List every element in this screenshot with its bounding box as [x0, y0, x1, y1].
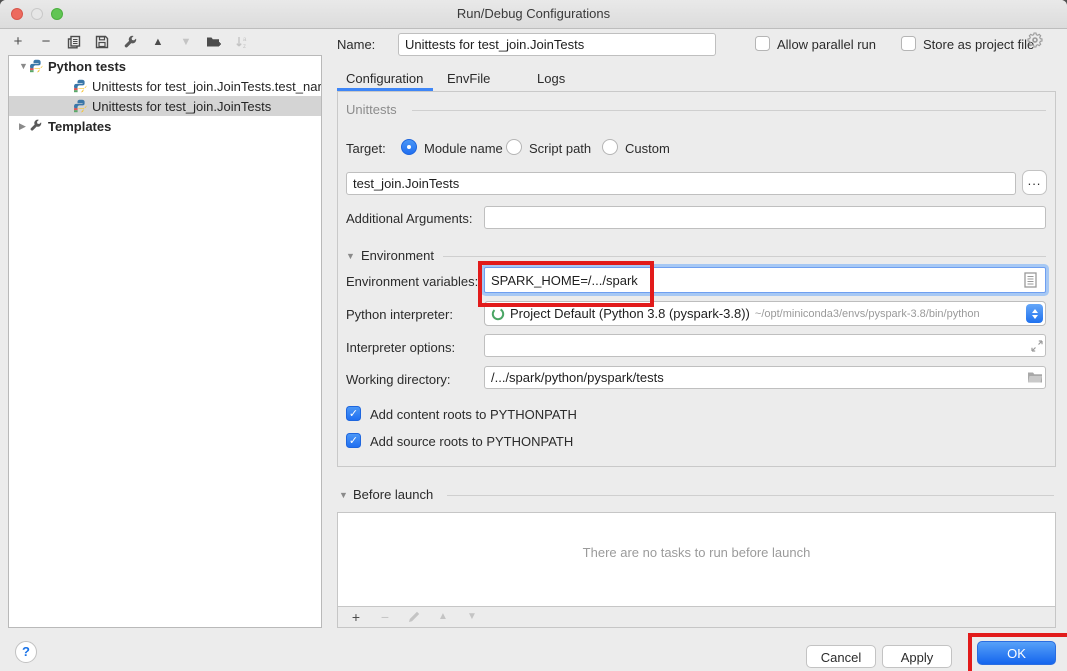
add-task-icon[interactable]: + — [348, 609, 364, 625]
sort-configurations-icon[interactable]: az — [234, 34, 250, 50]
add-content-roots-label: Add content roots to PYTHONPATH — [370, 407, 577, 422]
module-name-input[interactable] — [346, 172, 1016, 195]
interpreter-options-input[interactable] — [484, 334, 1046, 357]
radio-script-path-label: Script path — [529, 141, 591, 156]
add-configuration-icon[interactable]: + — [10, 34, 26, 50]
store-as-project-file-label: Store as project file — [923, 37, 1034, 52]
remove-configuration-icon[interactable]: − — [38, 34, 54, 50]
radio-module-name-label: Module name — [424, 141, 503, 156]
configurations-toolbar: + − ▲ ▼ az — [10, 31, 250, 53]
before-launch-toolbar: + − ▲ ▼ — [338, 606, 1055, 627]
python-tests-icon — [29, 59, 43, 73]
python-interpreter-select[interactable]: Project Default (Python 3.8 (pyspark-3.8… — [484, 301, 1046, 326]
python-test-icon — [73, 79, 87, 93]
radio-script-path[interactable] — [506, 139, 522, 155]
expand-caret-icon[interactable]: ▶ — [19, 121, 29, 132]
name-label: Name: — [337, 37, 375, 52]
before-launch-tasks-panel: There are no tasks to run before launch … — [337, 512, 1056, 628]
tree-item-templates[interactable]: ▶ Templates — [9, 116, 321, 136]
interpreter-value: Project Default (Python 3.8 (pyspark-3.8… — [510, 306, 750, 321]
tree-item-python-tests[interactable]: ▼ Python tests — [9, 56, 321, 76]
svg-text:z: z — [243, 44, 246, 49]
allow-parallel-run-label: Allow parallel run — [777, 37, 876, 52]
copy-configuration-icon[interactable] — [66, 34, 82, 50]
tab-logs[interactable]: Logs — [537, 71, 565, 86]
before-launch-collapse-caret-icon[interactable]: ▼ — [339, 490, 348, 500]
tree-item-label: Unittests for test_join.JoinTests.test_n… — [92, 79, 321, 94]
tree-item-unittests-jointests-selected[interactable]: Unittests for test_join.JoinTests — [9, 96, 321, 116]
interpreter-options-label: Interpreter options: — [346, 340, 455, 355]
radio-custom[interactable] — [602, 139, 618, 155]
run-debug-configurations-dialog: Run/Debug Configurations + − ▲ ▼ az ▼ Py — [0, 0, 1067, 671]
collapse-caret-icon[interactable]: ▼ — [19, 61, 29, 71]
remove-task-icon[interactable]: − — [377, 609, 393, 625]
move-task-down-icon[interactable]: ▼ — [464, 609, 480, 625]
store-as-project-file-checkbox[interactable] — [901, 36, 916, 51]
environment-collapse-caret-icon[interactable]: ▼ — [346, 251, 355, 261]
additional-arguments-label: Additional Arguments: — [346, 211, 472, 226]
add-source-roots-checkbox[interactable]: ✓ — [346, 433, 361, 448]
move-down-icon[interactable]: ▼ — [178, 34, 194, 50]
conda-environment-icon — [491, 307, 505, 321]
section-divider — [447, 495, 1054, 496]
radio-module-name[interactable] — [401, 139, 417, 155]
tree-item-label: Templates — [48, 119, 111, 134]
browse-module-button[interactable]: ... — [1022, 170, 1047, 195]
templates-wrench-icon — [29, 119, 43, 133]
no-tasks-message: There are no tasks to run before launch — [338, 545, 1055, 560]
working-directory-input[interactable] — [484, 366, 1046, 389]
allow-parallel-run-checkbox[interactable] — [755, 36, 770, 51]
tab-envfile[interactable]: EnvFile — [447, 71, 490, 86]
python-test-icon — [73, 99, 87, 113]
browse-folder-icon[interactable] — [1027, 371, 1043, 389]
edit-variables-list-icon[interactable] — [1024, 272, 1037, 293]
edit-task-pencil-icon[interactable] — [406, 609, 422, 625]
configurations-tree: ▼ Python tests Unittests for test_join.J… — [8, 55, 322, 628]
interpreter-path: ~/opt/miniconda3/envs/pyspark-3.8/bin/py… — [755, 308, 980, 320]
target-label: Target: — [346, 141, 386, 156]
additional-arguments-input[interactable] — [484, 206, 1046, 229]
svg-text:a: a — [243, 37, 247, 43]
store-options-gear-icon[interactable] — [1027, 32, 1043, 53]
before-launch-section-label[interactable]: Before launch — [353, 487, 433, 502]
cancel-button[interactable]: Cancel — [806, 645, 876, 668]
working-directory-label: Working directory: — [346, 372, 451, 387]
section-divider — [443, 256, 1046, 257]
environment-variables-input[interactable] — [484, 267, 1046, 293]
unittests-section-label: Unittests — [346, 102, 397, 117]
environment-variables-label: Environment variables: — [346, 274, 478, 289]
window-title: Run/Debug Configurations — [0, 6, 1067, 21]
edit-templates-wrench-icon[interactable] — [122, 34, 138, 50]
help-button[interactable]: ? — [15, 641, 37, 663]
tree-item-label: Python tests — [48, 59, 126, 74]
name-input[interactable] — [398, 33, 716, 56]
titlebar: Run/Debug Configurations — [0, 0, 1067, 29]
environment-section-label[interactable]: Environment — [361, 248, 434, 263]
ok-button[interactable]: OK — [977, 641, 1056, 665]
move-task-up-icon[interactable]: ▲ — [435, 609, 451, 625]
expand-field-icon[interactable] — [1031, 339, 1043, 357]
python-interpreter-label: Python interpreter: — [346, 307, 453, 322]
add-content-roots-checkbox[interactable]: ✓ — [346, 406, 361, 421]
tree-item-unittests-test-narrow[interactable]: Unittests for test_join.JoinTests.test_n… — [9, 76, 321, 96]
tab-configuration[interactable]: Configuration — [346, 71, 423, 86]
new-folder-icon[interactable] — [206, 34, 222, 50]
section-divider — [412, 110, 1046, 111]
radio-custom-label: Custom — [625, 141, 670, 156]
move-up-icon[interactable]: ▲ — [150, 34, 166, 50]
apply-button[interactable]: Apply — [882, 645, 952, 668]
dropdown-stepper-icon[interactable] — [1026, 304, 1043, 323]
add-source-roots-label: Add source roots to PYTHONPATH — [370, 434, 573, 449]
tree-item-label: Unittests for test_join.JoinTests — [92, 99, 271, 114]
save-configuration-icon[interactable] — [94, 34, 110, 50]
